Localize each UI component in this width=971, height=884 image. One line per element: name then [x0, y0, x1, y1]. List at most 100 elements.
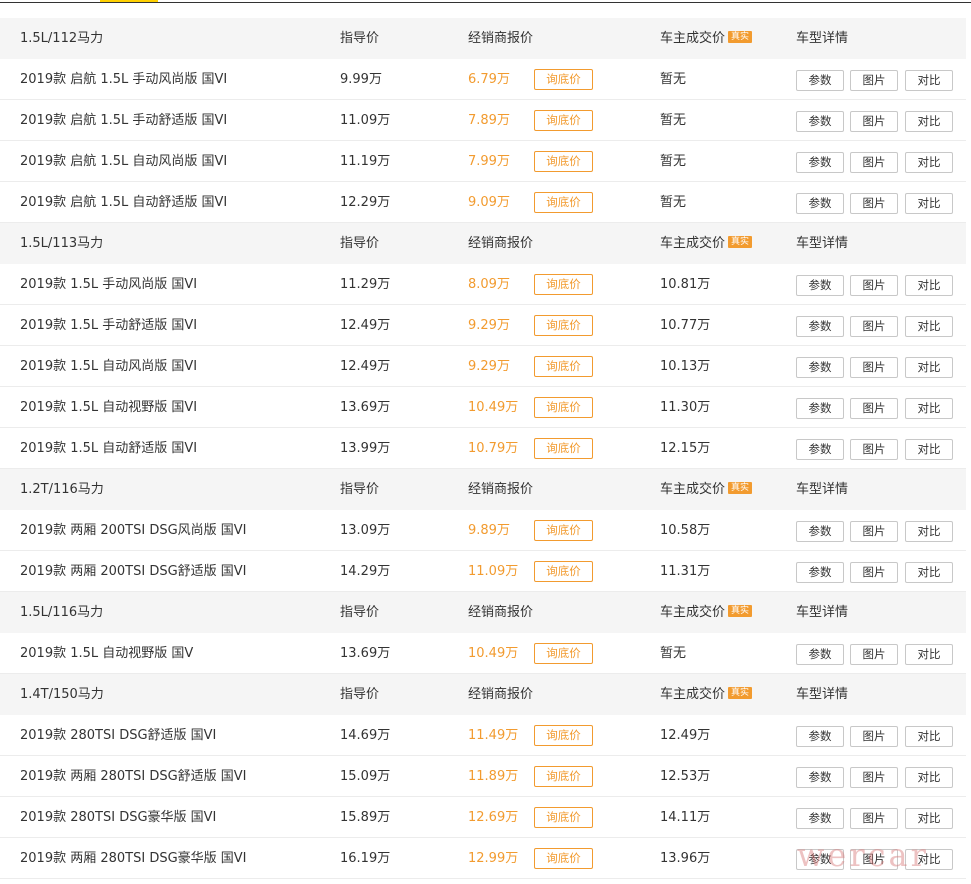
model-detail-header: 车型详情: [796, 687, 849, 702]
model-name: 2019款 启航 1.5L 手动舒适版 国VI: [20, 113, 228, 128]
owner-price: 暂无: [660, 646, 687, 661]
ask-price-button[interactable]: 询底价: [534, 397, 593, 418]
model-row: 2019款 1.5L 手动风尚版 国VI 11.29万 8.09万 询底价 10.81万…: [0, 264, 966, 305]
ask-price-button[interactable]: 询底价: [534, 69, 593, 90]
model-name: 2019款 280TSI DSG舒适版 国VI: [20, 728, 217, 743]
owner-price-header: 车主成交价 真实: [660, 469, 753, 510]
compare-button[interactable]: 对比: [905, 439, 953, 460]
compare-button[interactable]: 对比: [905, 644, 953, 665]
params-button[interactable]: 参数: [796, 521, 844, 542]
photos-button[interactable]: 图片: [850, 808, 898, 829]
params-button[interactable]: 参数: [796, 726, 844, 747]
owner-price-header-label: 车主成交价: [660, 31, 726, 46]
params-button[interactable]: 参数: [796, 808, 844, 829]
params-button[interactable]: 参数: [796, 70, 844, 91]
model-name: 2019款 1.5L 自动风尚版 国VI: [20, 359, 198, 374]
params-button[interactable]: 参数: [796, 316, 844, 337]
ask-price-button[interactable]: 询底价: [534, 725, 593, 746]
params-button[interactable]: 参数: [796, 439, 844, 460]
params-button[interactable]: 参数: [796, 562, 844, 583]
compare-button[interactable]: 对比: [905, 70, 953, 91]
engine-spec-label: 1.5L/116马力: [20, 605, 104, 620]
params-button[interactable]: 参数: [796, 275, 844, 296]
compare-button[interactable]: 对比: [905, 316, 953, 337]
guide-price: 13.09万: [340, 523, 391, 538]
dealer-price: 6.79万: [468, 72, 510, 87]
compare-button[interactable]: 对比: [905, 808, 953, 829]
model-name: 2019款 1.5L 自动视野版 国VI: [20, 400, 198, 415]
dealer-price: 10.79万: [468, 441, 519, 456]
photos-button[interactable]: 图片: [850, 152, 898, 173]
photos-button[interactable]: 图片: [850, 439, 898, 460]
top-strip: [0, 0, 971, 4]
ask-price-button[interactable]: 询底价: [534, 110, 593, 131]
real-badge: 真实: [728, 236, 753, 248]
ask-price-button[interactable]: 询底价: [534, 561, 593, 582]
ask-price-button[interactable]: 询底价: [534, 807, 593, 828]
group-header-row: 1.5L/116马力 指导价 经销商报价 车主成交价 真实 车型详情: [0, 592, 966, 633]
photos-button[interactable]: 图片: [850, 398, 898, 419]
guide-price: 11.19万: [340, 154, 391, 169]
compare-button[interactable]: 对比: [905, 726, 953, 747]
dealer-price: 11.49万: [468, 728, 519, 743]
photos-button[interactable]: 图片: [850, 726, 898, 747]
compare-button[interactable]: 对比: [905, 152, 953, 173]
dealer-price-header: 经销商报价: [468, 31, 534, 46]
photos-button[interactable]: 图片: [850, 275, 898, 296]
ask-price-button[interactable]: 询底价: [534, 315, 593, 336]
params-button[interactable]: 参数: [796, 111, 844, 132]
owner-price-header: 车主成交价 真实: [660, 592, 753, 633]
model-name: 2019款 1.5L 手动风尚版 国VI: [20, 277, 198, 292]
params-button[interactable]: 参数: [796, 152, 844, 173]
compare-button[interactable]: 对比: [905, 521, 953, 542]
params-button[interactable]: 参数: [796, 849, 844, 870]
photos-button[interactable]: 图片: [850, 111, 898, 132]
compare-button[interactable]: 对比: [905, 357, 953, 378]
photos-button[interactable]: 图片: [850, 644, 898, 665]
photos-button[interactable]: 图片: [850, 849, 898, 870]
photos-button[interactable]: 图片: [850, 767, 898, 788]
owner-price: 10.13万: [660, 359, 711, 374]
owner-price-header-label: 车主成交价: [660, 605, 726, 620]
compare-button[interactable]: 对比: [905, 111, 953, 132]
compare-button[interactable]: 对比: [905, 275, 953, 296]
params-button[interactable]: 参数: [796, 767, 844, 788]
ask-price-button[interactable]: 询底价: [534, 848, 593, 869]
owner-price: 12.53万: [660, 769, 711, 784]
photos-button[interactable]: 图片: [850, 316, 898, 337]
model-row: 2019款 启航 1.5L 自动风尚版 国VI 11.19万 7.99万 询底价 暂无 参…: [0, 141, 966, 182]
params-button[interactable]: 参数: [796, 357, 844, 378]
owner-price: 11.31万: [660, 564, 711, 579]
ask-price-button[interactable]: 询底价: [534, 766, 593, 787]
ask-price-button[interactable]: 询底价: [534, 520, 593, 541]
compare-button[interactable]: 对比: [905, 849, 953, 870]
guide-price-header: 指导价: [340, 236, 380, 251]
guide-price: 13.69万: [340, 400, 391, 415]
photos-button[interactable]: 图片: [850, 562, 898, 583]
compare-button[interactable]: 对比: [905, 562, 953, 583]
model-name: 2019款 启航 1.5L 自动舒适版 国VI: [20, 195, 228, 210]
model-row: 2019款 两厢 200TSI DSG风尚版 国VI 13.09万 9.89万 询底价…: [0, 510, 966, 551]
ask-price-button[interactable]: 询底价: [534, 274, 593, 295]
owner-price: 暂无: [660, 113, 687, 128]
ask-price-button[interactable]: 询底价: [534, 192, 593, 213]
photos-button[interactable]: 图片: [850, 193, 898, 214]
guide-price: 13.69万: [340, 646, 391, 661]
photos-button[interactable]: 图片: [850, 357, 898, 378]
params-button[interactable]: 参数: [796, 193, 844, 214]
ask-price-button[interactable]: 询底价: [534, 356, 593, 377]
photos-button[interactable]: 图片: [850, 70, 898, 91]
compare-button[interactable]: 对比: [905, 193, 953, 214]
ask-price-button[interactable]: 询底价: [534, 151, 593, 172]
ask-price-button[interactable]: 询底价: [534, 643, 593, 664]
model-row: 2019款 1.5L 自动视野版 国VI 13.69万 10.49万 询底价 11.30…: [0, 387, 966, 428]
compare-button[interactable]: 对比: [905, 767, 953, 788]
dealer-price: 11.89万: [468, 769, 519, 784]
compare-button[interactable]: 对比: [905, 398, 953, 419]
real-badge: 真实: [728, 687, 753, 699]
photos-button[interactable]: 图片: [850, 521, 898, 542]
owner-price: 13.96万: [660, 851, 711, 866]
ask-price-button[interactable]: 询底价: [534, 438, 593, 459]
params-button[interactable]: 参数: [796, 398, 844, 419]
params-button[interactable]: 参数: [796, 644, 844, 665]
